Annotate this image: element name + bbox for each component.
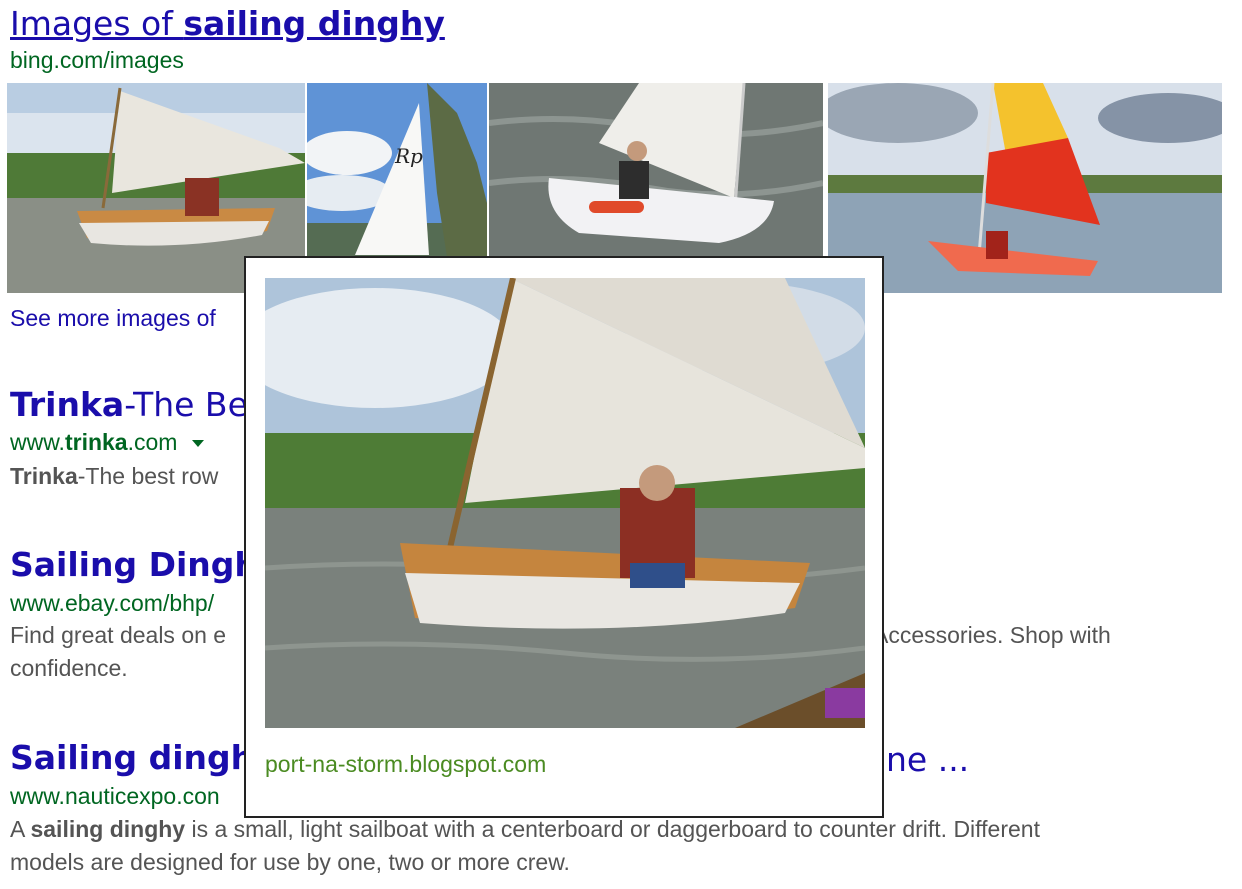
images-source-url[interactable]: bing.com/images bbox=[10, 47, 184, 74]
image-preview-popup[interactable]: port-na-storm.blogspot.com bbox=[244, 256, 884, 818]
result-1-title-bold: Trinka bbox=[10, 385, 125, 424]
images-title-prefix: Images of bbox=[10, 4, 184, 43]
result-1-snippet-rest: -The best row bbox=[77, 463, 219, 489]
result-3-snippet-a: A bbox=[10, 816, 31, 842]
result-3-snippet-bold: sailing dinghy bbox=[30, 816, 186, 842]
preview-image[interactable] bbox=[265, 278, 865, 728]
result-1-snippet: Trinka-The best row bbox=[10, 460, 218, 493]
result-1-snippet-bold: Trinka bbox=[10, 463, 78, 489]
svg-text:Rp: Rp bbox=[394, 144, 423, 168]
result-3-snippet: A sailing dinghy is a small, light sailb… bbox=[10, 813, 1220, 879]
result-1-title[interactable]: Trinka-The Bes bbox=[10, 385, 265, 424]
see-more-images-link[interactable]: See more images of bbox=[10, 305, 216, 332]
result-3-snippet-b: is a small, light sailboat with a center… bbox=[185, 816, 1040, 842]
result-3-snippet-line2: models are designed for use by one, two … bbox=[10, 849, 570, 875]
thumbnail-4[interactable] bbox=[828, 83, 1222, 293]
caret-down-icon[interactable] bbox=[191, 440, 204, 448]
result-3-url[interactable]: www.nauticexpo.con bbox=[10, 783, 220, 810]
result-2-title[interactable]: Sailing Dinghy bbox=[10, 545, 279, 584]
result-1-url-post: .com bbox=[127, 429, 178, 455]
result-2-url[interactable]: www.ebay.com/bhp/ bbox=[10, 590, 214, 617]
result-3-title-right[interactable]: ne ... bbox=[886, 740, 969, 779]
result-2-snippet-right: Accessories. Shop with bbox=[873, 622, 1111, 648]
result-1-url-bold: trinka bbox=[64, 429, 128, 455]
result-1-url-pre: www. bbox=[10, 429, 65, 455]
result-2-snippet-left: Find great deals on e bbox=[10, 622, 227, 648]
images-title-link[interactable]: Images of sailing dinghy bbox=[10, 4, 445, 43]
result-2-snippet-line2: confidence. bbox=[10, 655, 128, 681]
thumbnail-2[interactable]: Rp bbox=[307, 83, 487, 257]
preview-source-url[interactable]: port-na-storm.blogspot.com bbox=[265, 751, 546, 778]
images-title-query: sailing dinghy bbox=[183, 4, 445, 43]
result-1-url[interactable]: www.trinka.com bbox=[10, 429, 204, 456]
thumbnail-3[interactable] bbox=[489, 83, 823, 257]
